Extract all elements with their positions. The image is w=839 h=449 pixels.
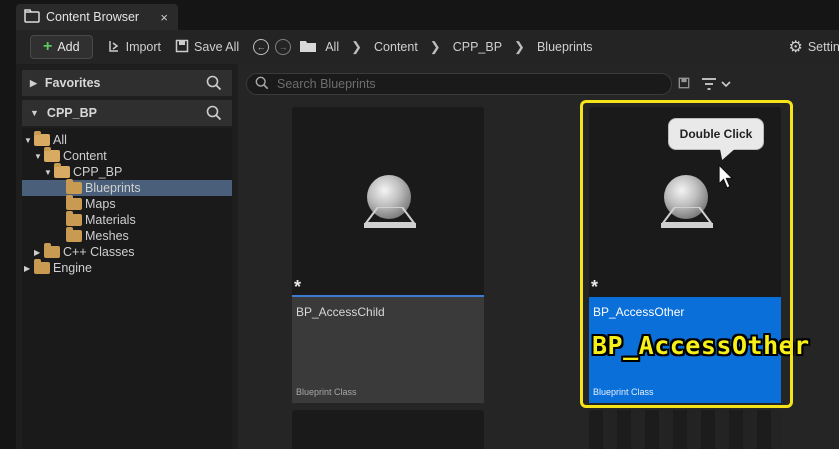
breadcrumb-cpp-bp[interactable]: CPP_BP xyxy=(453,40,502,54)
tree-item-content[interactable]: ▼ Content xyxy=(22,147,232,164)
import-label: Import xyxy=(125,40,162,54)
project-label: CPP_BP xyxy=(46,106,97,120)
expanded-triangle-icon: ▼ xyxy=(24,135,32,145)
tree-item-label: Maps xyxy=(85,197,116,211)
search-input[interactable] xyxy=(277,77,657,91)
collapsed-triangle-icon: ▶ xyxy=(24,263,31,273)
save-search-icon[interactable] xyxy=(678,77,690,92)
tree-item-materials[interactable]: Materials xyxy=(22,211,232,228)
expanded-triangle-icon: ▼ xyxy=(30,108,39,118)
tree-item-label: Materials xyxy=(85,213,136,227)
mouse-cursor-icon xyxy=(718,163,734,193)
tree-item-cpp-bp[interactable]: ▼ CPP_BP xyxy=(22,163,232,180)
tree-item-label: Meshes xyxy=(85,229,129,243)
plus-icon: + xyxy=(43,38,53,55)
filter-icon[interactable] xyxy=(701,76,733,95)
tab-strip: Content Browser × xyxy=(0,0,839,32)
chevron-right-icon: ❯ xyxy=(429,39,441,54)
tree-item-blueprints[interactable]: Blueprints xyxy=(22,179,232,196)
tree-item-engine[interactable]: ▶ Engine xyxy=(22,259,232,276)
pedestal-icon xyxy=(364,207,416,228)
collapsed-triangle-icon: ▶ xyxy=(30,77,37,88)
asset-name: BP_AccessChild xyxy=(296,305,385,319)
folder-icon xyxy=(44,147,60,162)
folder-icon xyxy=(66,211,82,226)
breadcrumb-all[interactable]: All xyxy=(325,40,339,54)
folder-tree: ▼ All ▼ Content ▼ CPP_BP Blueprints Maps… xyxy=(22,128,232,449)
import-icon xyxy=(107,39,121,56)
tree-item-label: Blueprints xyxy=(85,181,141,195)
tree-item-label: Content xyxy=(63,149,107,163)
expanded-triangle-icon: ▼ xyxy=(44,167,52,177)
cpp-folder-icon xyxy=(44,243,60,258)
asset-card[interactable]: * BP_AccessChild Blueprint Class xyxy=(292,107,484,403)
gear-icon: ⚙ xyxy=(788,39,803,56)
folder-icon xyxy=(66,179,82,194)
sources-panel: ▶ Favorites ▼ CPP_BP ▼ All ▼ Content ▼ C… xyxy=(16,64,238,449)
chevron-right-icon: ❯ xyxy=(514,39,525,54)
forward-arrow-icon[interactable]: → xyxy=(275,39,292,55)
search-icon xyxy=(255,76,269,93)
project-header[interactable]: ▼ CPP_BP xyxy=(22,100,232,126)
tree-item-maps[interactable]: Maps xyxy=(22,195,232,212)
tab-content-browser[interactable]: Content Browser × xyxy=(16,4,178,30)
search-bar[interactable] xyxy=(246,73,672,95)
asset-type: Blueprint Class xyxy=(296,387,357,397)
search-icon[interactable] xyxy=(206,105,222,124)
tree-item-label: CPP_BP xyxy=(73,165,123,179)
tab-close-icon[interactable]: × xyxy=(160,10,168,25)
tree-item-cpp-classes[interactable]: ▶ C++ Classes xyxy=(22,243,232,260)
save-icon xyxy=(175,39,189,56)
save-all-button[interactable]: Save All xyxy=(169,35,245,59)
asset-card-partial[interactable] xyxy=(292,410,484,449)
breadcrumb-blueprints[interactable]: Blueprints xyxy=(537,40,593,54)
import-button[interactable]: Import xyxy=(101,35,167,59)
asset-thumbnail: * xyxy=(292,107,484,297)
tab-title: Content Browser xyxy=(46,10,140,24)
tree-item-label: All xyxy=(53,133,67,147)
asset-card-partial[interactable] xyxy=(589,410,781,449)
add-button[interactable]: + Add xyxy=(30,35,93,59)
back-arrow-icon[interactable]: ← xyxy=(253,39,270,55)
folder-icon xyxy=(34,259,50,274)
collapsed-triangle-icon: ▶ xyxy=(34,247,41,257)
folder-icon xyxy=(299,39,317,56)
asset-info: BP_AccessChild Blueprint Class xyxy=(292,297,484,403)
tree-item-label: C++ Classes xyxy=(63,245,135,259)
settings-button[interactable]: ⚙ Settings xyxy=(782,35,839,59)
folder-icon xyxy=(54,163,70,178)
tree-item-all[interactable]: ▼ All xyxy=(22,131,232,148)
favorites-header[interactable]: ▶ Favorites xyxy=(22,70,232,96)
content-browser-icon xyxy=(24,8,40,26)
folder-icon xyxy=(66,227,82,242)
chevron-right-icon: ❯ xyxy=(351,39,363,54)
toolbar: + Add Import Save All ← → All ❯ Content … xyxy=(16,30,839,64)
folder-icon xyxy=(34,131,50,146)
add-label: Add xyxy=(57,40,80,54)
tree-item-meshes[interactable]: Meshes xyxy=(22,227,232,244)
expanded-triangle-icon: ▼ xyxy=(34,151,42,161)
search-icon[interactable] xyxy=(206,75,222,94)
save-all-label: Save All xyxy=(194,40,240,54)
breadcrumb-content[interactable]: Content xyxy=(374,40,418,54)
tree-item-label: Engine xyxy=(53,261,92,275)
settings-label: Settings xyxy=(807,40,839,54)
folder-icon xyxy=(66,195,82,210)
tooltip-bubble: Double Click xyxy=(668,118,764,150)
favorites-label: Favorites xyxy=(44,76,101,90)
